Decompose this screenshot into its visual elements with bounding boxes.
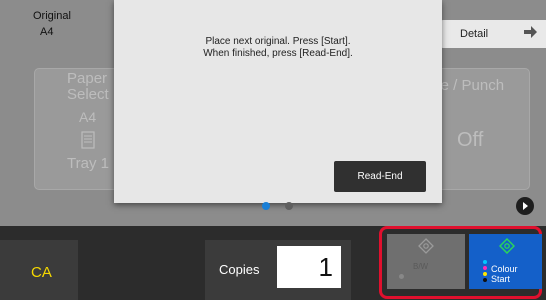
colour-start-label-line2: Start [491, 274, 511, 284]
start-diamond-icon [499, 238, 515, 254]
paper-select-panel[interactable]: Paper Select A4 Tray 1 [34, 68, 126, 190]
copies-control: Copies [205, 240, 351, 300]
dialog-message-line1: Place next original. Press [Start]. [205, 36, 351, 47]
bw-start-button: B/W [387, 234, 465, 289]
tray-label: Tray 1 [67, 155, 109, 172]
magenta-dot [483, 266, 487, 270]
cyan-dot [483, 260, 487, 264]
tray-icon [81, 131, 95, 149]
dialog-message-line2: When finished, press [Read-End]. [203, 48, 353, 59]
bw-start-label: B/W [413, 262, 429, 271]
original-label: Original [33, 10, 71, 22]
copies-input[interactable] [277, 246, 341, 288]
detail-button[interactable]: Detail [440, 20, 546, 48]
staple-punch-value: Off [457, 129, 484, 151]
read-end-button[interactable]: Read-End [334, 161, 426, 192]
copy-settings-area: Original A4 Detail Paper Select A4 Tray … [0, 0, 546, 226]
play-icon [523, 202, 528, 210]
clear-all-label: CA [31, 264, 52, 281]
copies-label: Copies [219, 262, 260, 277]
arrow-right-icon [524, 26, 537, 38]
page-indicator-inactive[interactable] [285, 202, 293, 210]
read-next-original-dialog: Place next original. Press [Start]. When… [114, 0, 442, 203]
paper-size-value: A4 [79, 109, 97, 125]
original-info[interactable]: Original A4 [0, 10, 100, 54]
original-size: A4 [40, 26, 54, 38]
start-diamond-icon [418, 238, 434, 254]
black-dot [483, 278, 487, 282]
bottom-bar: CA Copies B/W Colour [0, 226, 546, 300]
colour-start-label-line1: Colour [491, 264, 518, 274]
copy-screen: Original A4 Detail Paper Select A4 Tray … [0, 0, 546, 300]
clear-all-button[interactable]: CA [0, 240, 78, 300]
bw-indicator-dot [399, 274, 404, 279]
next-page-button[interactable] [516, 197, 534, 215]
colour-start-button[interactable]: Colour Start [469, 234, 542, 289]
yellow-dot [483, 272, 487, 276]
detail-label: Detail [460, 28, 489, 40]
colour-start-label: Colour Start [491, 264, 518, 284]
page-indicator-active[interactable] [262, 202, 270, 210]
